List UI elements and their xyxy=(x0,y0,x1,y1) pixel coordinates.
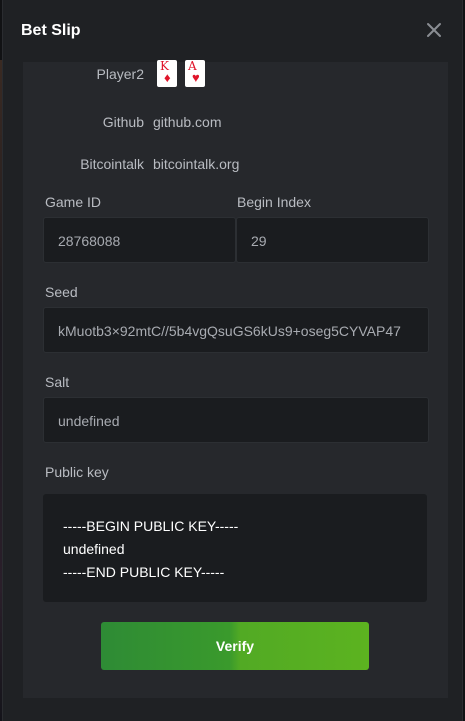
verify-button-label: Verify xyxy=(215,638,255,654)
playing-card-king-diamonds: K ♦ xyxy=(157,60,177,87)
close-icon xyxy=(427,23,441,37)
modal-header: Bet Slip xyxy=(3,0,462,62)
salt-value: undefined xyxy=(58,413,120,429)
salt-label: Salt xyxy=(45,374,70,390)
bitcointalk-row: Bitcointalk bitcointalk.org xyxy=(23,156,448,176)
begin-index-value: 29 xyxy=(251,233,267,249)
begin-index-field[interactable]: 29 xyxy=(236,217,429,263)
seed-value: kMuotb3×92mtC//5b4vgQsuGS6kUs9+oseg5CYVA… xyxy=(58,323,401,339)
bet-details-panel: Player2 K ♦ A ♥ Github github.com Bitcoi… xyxy=(23,60,448,698)
salt-field[interactable]: undefined xyxy=(43,397,429,443)
player-label: Player2 xyxy=(96,66,144,82)
playing-card-ace-hearts: A ♥ xyxy=(185,60,205,87)
close-button[interactable] xyxy=(424,20,444,40)
verify-button[interactable]: Verify xyxy=(101,622,369,670)
github-row: Github github.com xyxy=(23,114,448,134)
player-row: Player2 K ♦ A ♥ xyxy=(23,60,448,87)
public-key-begin-line: -----BEGIN PUBLIC KEY----- xyxy=(63,518,239,534)
bet-slip-modal: Bet Slip Player2 K ♦ A ♥ Github github.c… xyxy=(2,0,463,721)
heart-suit-icon: ♥ xyxy=(192,70,200,85)
game-id-label: Game ID xyxy=(45,194,102,210)
begin-index-label: Begin Index xyxy=(237,194,311,210)
modal-title: Bet Slip xyxy=(21,22,81,39)
public-key-value-line: undefined xyxy=(63,541,125,557)
game-id-field[interactable]: 28768088 xyxy=(43,217,236,263)
github-link[interactable]: github.com xyxy=(153,114,221,130)
github-label: Github xyxy=(102,114,144,130)
diamond-suit-icon: ♦ xyxy=(164,70,171,85)
public-key-box[interactable]: -----BEGIN PUBLIC KEY----- undefined ---… xyxy=(43,494,427,602)
seed-field[interactable]: kMuotb3×92mtC//5b4vgQsuGS6kUs9+oseg5CYVA… xyxy=(43,307,429,353)
game-id-value: 28768088 xyxy=(58,233,121,249)
public-key-end-line: -----END PUBLIC KEY----- xyxy=(63,564,225,580)
seed-label: Seed xyxy=(45,284,78,300)
bitcointalk-label: Bitcointalk xyxy=(80,156,144,172)
public-key-label: Public key xyxy=(45,464,109,480)
bitcointalk-link[interactable]: bitcointalk.org xyxy=(153,156,239,172)
